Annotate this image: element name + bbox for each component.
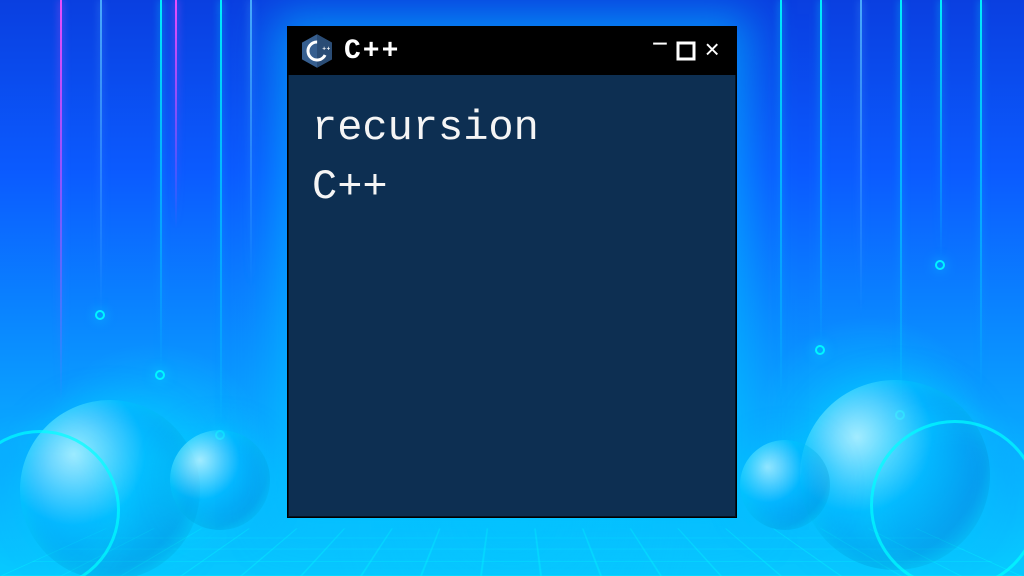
cpp-logo-icon: + + (302, 34, 332, 68)
minimize-button[interactable]: − (650, 33, 671, 61)
window-controls: − × (650, 37, 722, 65)
titlebar[interactable]: + + C++ − × (288, 27, 736, 75)
svg-text:+: + (322, 46, 326, 52)
terminal-content: recursion C++ (288, 75, 736, 241)
content-line-1: recursion (312, 99, 712, 158)
close-button[interactable]: × (702, 38, 722, 64)
svg-text:+: + (327, 46, 331, 52)
terminal-window: + + C++ − × recursion C++ (287, 26, 737, 518)
content-line-2: C++ (312, 158, 712, 217)
maximize-button[interactable] (674, 41, 698, 61)
window-title: C++ (344, 36, 400, 67)
title-left: + + C++ (302, 34, 400, 68)
